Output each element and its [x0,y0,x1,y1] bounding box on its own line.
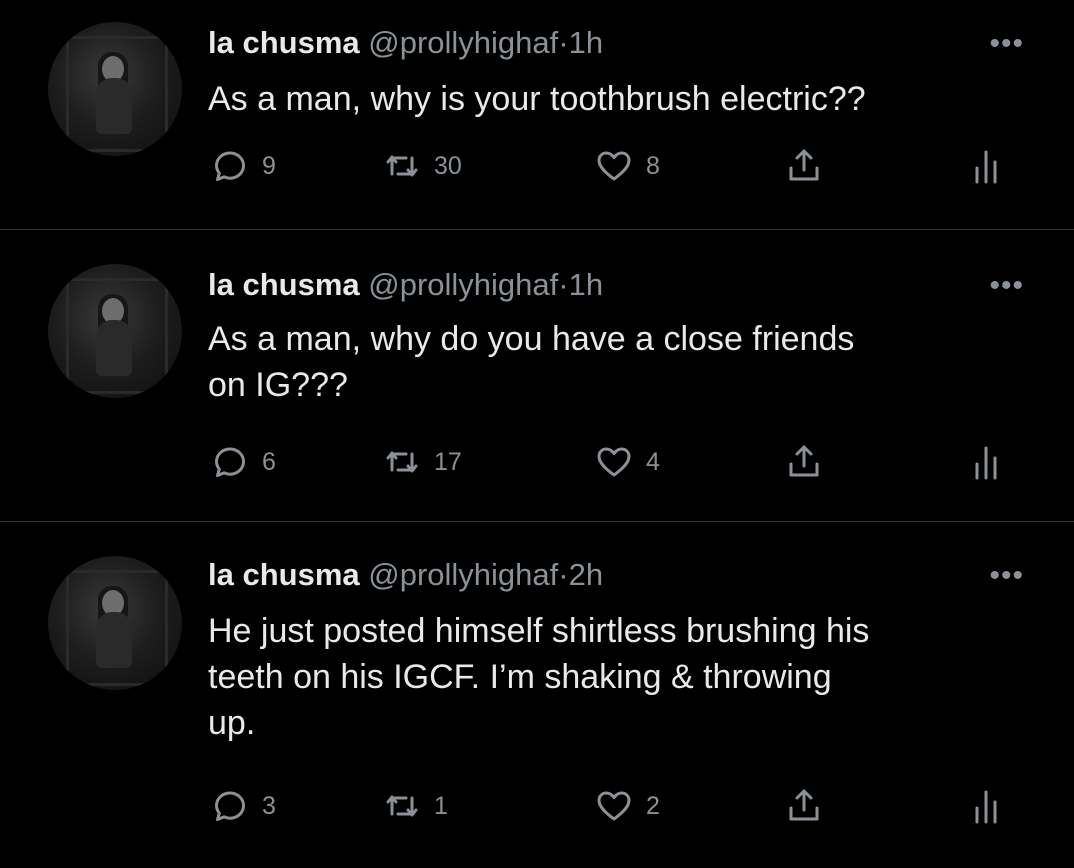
retweet-icon [386,451,418,473]
share-icon [789,789,819,821]
avatar[interactable] [48,264,182,398]
tweet-text: As a man, why is your toothbrush electri… [208,76,1038,122]
share-button[interactable] [784,786,824,826]
like-button[interactable]: 2 [594,786,660,826]
like-button[interactable]: 8 [594,146,660,186]
retweet-icon [386,795,418,817]
tweet-text-line: He just posted himself shirtless brushin… [208,612,870,650]
tweet-text-line: As a man, why is your toothbrush electri… [208,80,866,118]
tweet-text-line: up. [208,704,256,742]
more-options-icon[interactable]: ••• [989,271,1024,301]
reply-icon [215,151,245,181]
tweet-text-line: teeth on his IGCF. I’m shaking & throwin… [208,658,832,696]
tweet[interactable]: la chusma @prollyhighaf·1h ••• As a man,… [0,230,1074,521]
separator-dot: · [558,25,569,60]
separator-dot: · [558,267,569,302]
analytics-button[interactable] [966,146,1006,186]
share-icon [789,445,819,477]
retweet-button[interactable]: 30 [382,146,462,186]
analytics-icon [975,150,997,184]
share-button[interactable] [784,442,824,482]
avatar[interactable] [48,22,182,156]
reply-button[interactable]: 9 [210,146,276,186]
tweet-feed: la chusma @prollyhighaf·1h ••• As a man,… [0,0,1074,868]
user-handle[interactable]: @prollyhighaf [368,557,558,592]
more-options-icon[interactable]: ••• [989,561,1024,591]
analytics-button[interactable] [966,786,1006,826]
display-name[interactable]: la chusma [208,267,360,302]
tweet[interactable]: la chusma @prollyhighaf·2h ••• He just p… [0,522,1074,868]
reply-button[interactable]: 3 [210,786,276,826]
share-button[interactable] [784,146,824,186]
timestamp[interactable]: 2h [569,557,603,592]
reply-count: 9 [262,151,276,180]
user-handle[interactable]: @prollyhighaf [368,267,558,302]
tweet[interactable]: la chusma @prollyhighaf·1h ••• As a man,… [0,0,1074,229]
tweet-header: la chusma @prollyhighaf·1h [208,266,603,304]
tweet-text-line: on IG??? [208,366,348,404]
tweet-text: He just posted himself shirtless brushin… [208,608,1038,746]
user-handle[interactable]: @prollyhighaf [368,25,558,60]
heart-icon [597,151,631,181]
timestamp[interactable]: 1h [569,267,603,302]
display-name[interactable]: la chusma [208,25,360,60]
reply-button[interactable]: 6 [210,442,276,482]
like-count: 8 [646,151,660,180]
tweet-actions: 3 1 2 [208,786,1038,826]
like-button[interactable]: 4 [594,442,660,482]
tweet-actions: 6 17 4 [208,442,1038,482]
retweet-count: 30 [434,151,462,180]
more-options-icon[interactable]: ••• [989,29,1024,59]
tweet-header: la chusma @prollyhighaf·2h [208,556,603,594]
like-count: 2 [646,791,660,820]
reply-count: 3 [262,791,276,820]
tweet-text-line: As a man, why do you have a close friend… [208,320,855,358]
retweet-icon [386,155,418,177]
heart-icon [597,791,631,821]
display-name[interactable]: la chusma [208,557,360,592]
reply-icon [215,447,245,477]
share-icon [789,149,819,181]
analytics-icon [975,790,997,824]
analytics-icon [975,446,997,480]
analytics-button[interactable] [966,442,1006,482]
tweet-text: As a man, why do you have a close friend… [208,316,1038,408]
heart-icon [597,447,631,477]
retweet-count: 1 [434,791,448,820]
reply-count: 6 [262,447,276,476]
reply-icon [215,791,245,821]
retweet-button[interactable]: 17 [382,442,462,482]
retweet-button[interactable]: 1 [382,786,448,826]
separator-dot: · [558,557,569,592]
timestamp[interactable]: 1h [569,25,603,60]
like-count: 4 [646,447,660,476]
retweet-count: 17 [434,447,462,476]
avatar[interactable] [48,556,182,690]
tweet-actions: 9 30 8 [208,146,1038,186]
tweet-header: la chusma @prollyhighaf·1h [208,24,603,62]
